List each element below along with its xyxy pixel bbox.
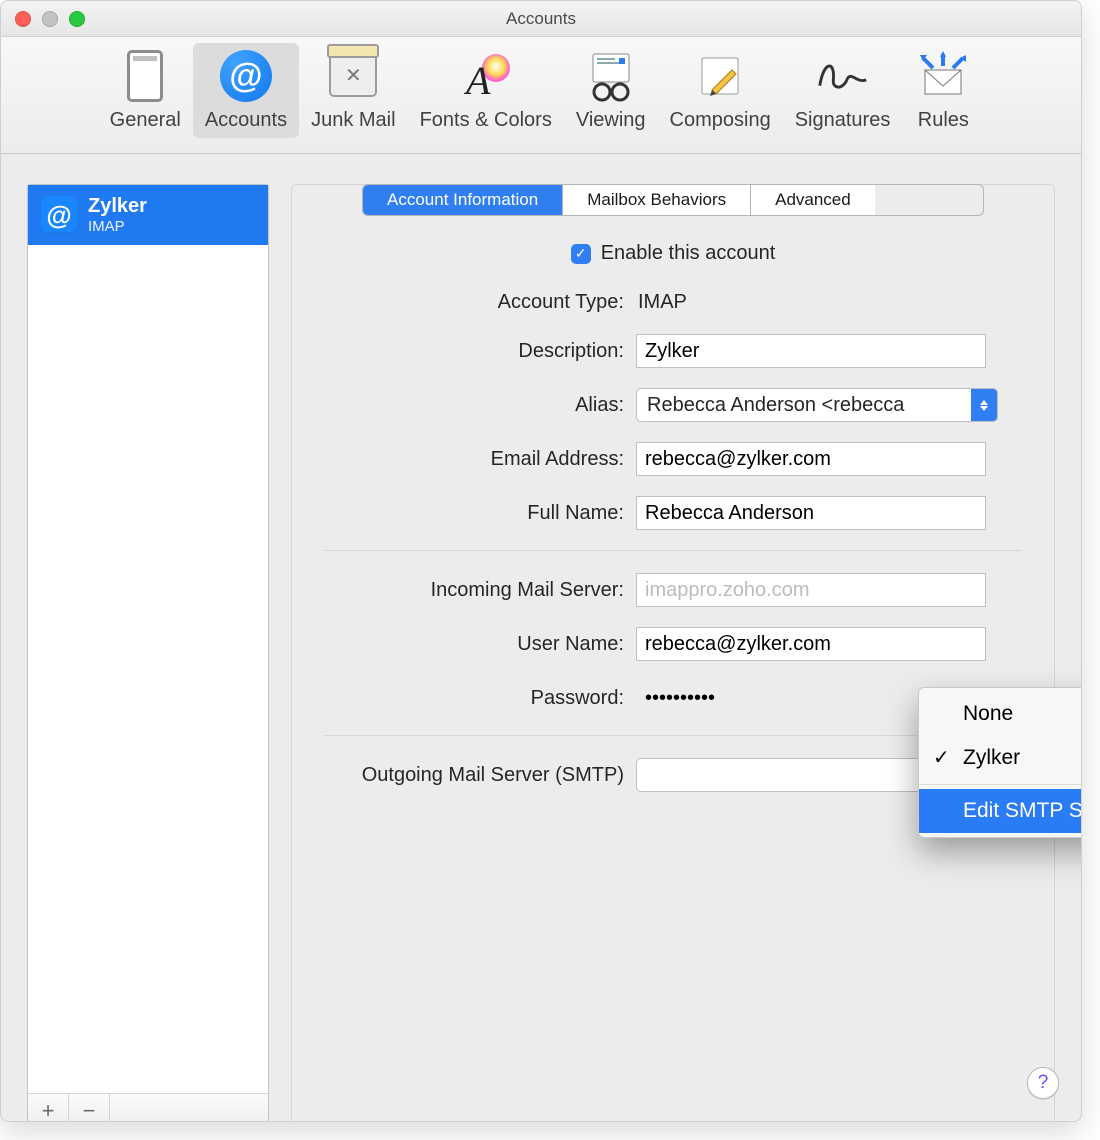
account-type-value: IMAP xyxy=(636,291,1022,314)
smtp-menu-item-edit-list[interactable]: Edit SMTP Server List... xyxy=(919,789,1082,833)
alias-value: Rebecca Anderson <rebecca xyxy=(647,394,904,417)
composing-icon xyxy=(691,47,749,105)
window-title: Accounts xyxy=(506,9,576,29)
account-detail-pane: Account Information Mailbox Behaviors Ad… xyxy=(291,184,1055,1122)
titlebar: Accounts xyxy=(1,1,1081,37)
toolbar-composing[interactable]: Composing xyxy=(658,43,783,138)
tab-mailbox-behaviors[interactable]: Mailbox Behaviors xyxy=(563,185,751,215)
smtp-menu-item-zylker[interactable]: ✓ Zylker xyxy=(919,736,1082,780)
incoming-server-label: Incoming Mail Server: xyxy=(324,579,636,602)
svg-text:A: A xyxy=(463,58,491,102)
toolbar-label: Composing xyxy=(670,109,771,132)
add-account-button[interactable]: + xyxy=(28,1094,69,1122)
alias-label: Alias: xyxy=(324,394,636,417)
enable-account-label: Enable this account xyxy=(601,242,776,265)
enable-account-checkbox[interactable]: ✓ xyxy=(571,244,591,264)
divider xyxy=(324,550,1022,551)
toolbar-viewing[interactable]: Viewing xyxy=(564,43,658,138)
junk-mail-icon: ✕ xyxy=(324,47,382,105)
accounts-sidebar: @ Zylker IMAP + − xyxy=(27,184,269,1122)
toolbar-junk-mail[interactable]: ✕ Junk Mail xyxy=(299,43,407,138)
toolbar-label: Accounts xyxy=(205,109,287,132)
incoming-server-input[interactable] xyxy=(636,573,986,607)
toolbar-accounts[interactable]: @ Accounts xyxy=(193,43,299,138)
toolbar-fonts-colors[interactable]: A Fonts & Colors xyxy=(408,43,564,138)
smtp-dropdown-menu: None ✓ Zylker Edit SMTP Server List... xyxy=(918,687,1082,838)
fullname-input[interactable] xyxy=(636,496,986,530)
checkmark-icon: ✓ xyxy=(933,745,950,770)
fullname-label: Full Name: xyxy=(324,502,636,525)
toolbar-label: Fonts & Colors xyxy=(420,109,552,132)
account-item[interactable]: @ Zylker IMAP xyxy=(28,185,268,245)
accounts-list[interactable]: @ Zylker IMAP xyxy=(28,185,268,1093)
popup-arrows-icon xyxy=(971,389,997,421)
account-protocol: IMAP xyxy=(88,218,147,235)
fonts-colors-icon: A xyxy=(457,47,515,105)
toolbar-general[interactable]: General xyxy=(98,43,193,138)
minimize-window-button[interactable] xyxy=(42,11,58,27)
signatures-icon xyxy=(814,47,872,105)
account-name: Zylker xyxy=(88,195,147,218)
smtp-menu-item-none[interactable]: None xyxy=(919,692,1082,736)
viewing-icon xyxy=(582,47,640,105)
toolbar-label: Rules xyxy=(914,109,972,132)
sidebar-controls: + − xyxy=(28,1093,268,1122)
toolbar-rules[interactable]: Rules xyxy=(902,43,984,138)
help-button[interactable]: ? xyxy=(1027,1067,1059,1099)
description-input[interactable] xyxy=(636,334,986,368)
close-window-button[interactable] xyxy=(15,11,31,27)
username-label: User Name: xyxy=(324,633,636,656)
remove-account-button[interactable]: − xyxy=(69,1094,110,1122)
toolbar-signatures[interactable]: Signatures xyxy=(783,43,903,138)
tab-account-information[interactable]: Account Information xyxy=(363,185,563,215)
zoom-window-button[interactable] xyxy=(69,11,85,27)
email-label: Email Address: xyxy=(324,448,636,471)
rules-icon xyxy=(914,47,972,105)
menu-separator xyxy=(919,784,1082,785)
account-type-label: Account Type: xyxy=(324,291,636,314)
description-label: Description: xyxy=(324,340,636,363)
password-label: Password: xyxy=(324,687,636,710)
toolbar-label: Viewing xyxy=(576,109,646,132)
username-input[interactable] xyxy=(636,627,986,661)
toolbar-label: General xyxy=(110,109,181,132)
accounts-icon: @ xyxy=(217,47,275,105)
general-icon xyxy=(116,47,174,105)
content-area: @ Zylker IMAP + − Account Information Ma… xyxy=(1,154,1081,1122)
smtp-label: Outgoing Mail Server (SMTP) xyxy=(324,764,636,787)
at-sign-icon: @ xyxy=(40,196,78,234)
toolbar-label: Junk Mail xyxy=(311,109,395,132)
tab-advanced[interactable]: Advanced xyxy=(751,185,875,215)
preferences-window: Accounts General @ Accounts ✕ Junk Mail … xyxy=(0,0,1082,1122)
traffic-lights xyxy=(15,11,85,27)
email-input[interactable] xyxy=(636,442,986,476)
toolbar-label: Signatures xyxy=(795,109,891,132)
preferences-toolbar: General @ Accounts ✕ Junk Mail A Fonts &… xyxy=(1,37,1081,154)
alias-popup[interactable]: Rebecca Anderson <rebecca xyxy=(636,388,998,422)
detail-tabs: Account Information Mailbox Behaviors Ad… xyxy=(362,184,984,216)
